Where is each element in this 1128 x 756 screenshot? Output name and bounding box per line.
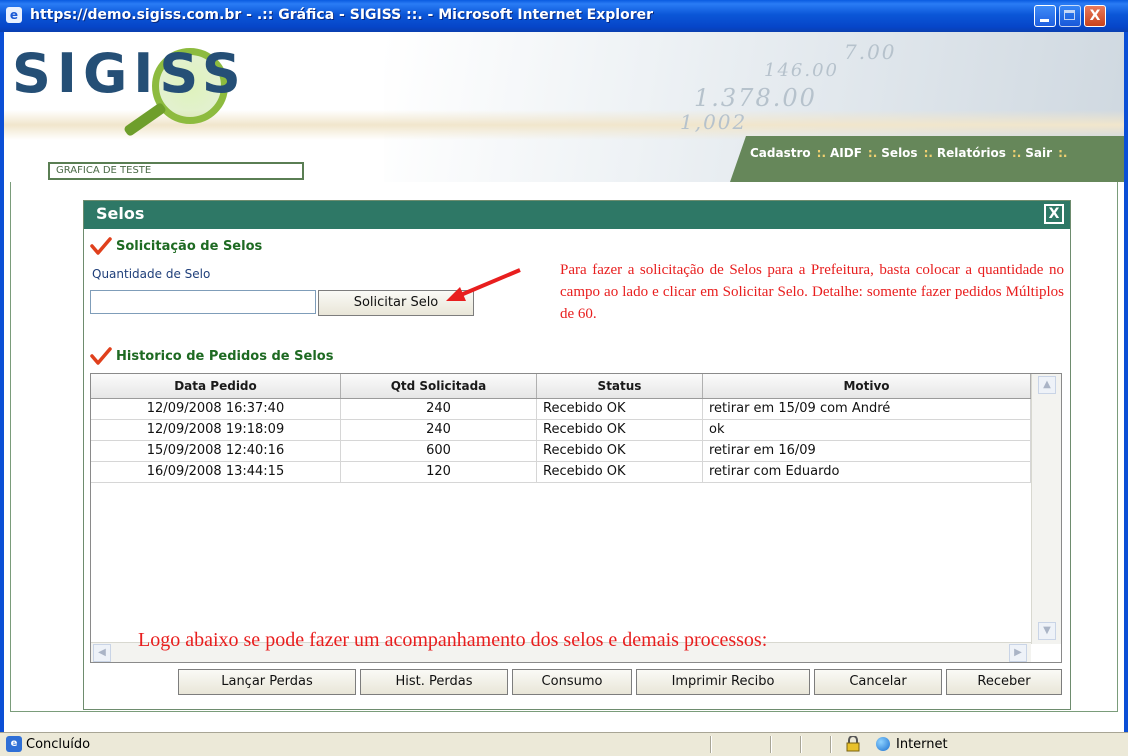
selos-dialog: Selos X Solicitação de Selos Quantidade … [83, 200, 1071, 710]
grid-header: Data Pedido Qtd Solicitada Status Motivo [91, 374, 1031, 399]
menu-separator: :. [816, 146, 826, 160]
window-titlebar[interactable]: e https://demo.sigiss.com.br - .:: Gráfi… [0, 0, 1128, 32]
statusbar-divider [710, 736, 711, 753]
menu-item-aidf[interactable]: AIDF [830, 146, 862, 160]
banner-number: 1,002 [680, 110, 748, 134]
maximize-button[interactable] [1059, 5, 1081, 27]
banner-number: 1.378.00 [694, 84, 817, 112]
quantity-input[interactable] [90, 290, 316, 314]
menu-item-selos[interactable]: Selos [881, 146, 917, 160]
menu-separator: :. [867, 146, 878, 160]
browser-statusbar: e Concluído Internet [0, 732, 1128, 756]
cell-motivo: retirar em 16/09 [703, 441, 1031, 461]
window-title: https://demo.sigiss.com.br - .:: Gráfica… [30, 7, 653, 23]
scroll-up-icon[interactable]: ▲ [1038, 376, 1056, 394]
dialog-title: Selos [96, 204, 145, 223]
checkmark-icon [90, 347, 112, 365]
menu-item-sair[interactable]: Sair [1025, 146, 1052, 160]
close-icon: X [1089, 8, 1101, 24]
cell-motivo: retirar com Eduardo [703, 462, 1031, 482]
banner-number: 146.00 [764, 60, 839, 81]
column-header-motivo[interactable]: Motivo [703, 374, 1031, 398]
history-section-title: Historico de Pedidos de Selos [116, 349, 334, 364]
cancelar-button[interactable]: Cancelar [814, 669, 942, 695]
menu-separator: :. [1011, 146, 1022, 160]
menu-separator: :. [1058, 146, 1068, 160]
cell-motivo: ok [703, 420, 1031, 440]
cell-status: Recebido OK [537, 399, 703, 419]
close-icon: X [1048, 206, 1060, 222]
minimize-button[interactable] [1034, 5, 1056, 27]
lock-icon [846, 736, 860, 752]
history-grid[interactable]: Data Pedido Qtd Solicitada Status Motivo… [90, 373, 1062, 663]
cell-data: 16/09/2008 13:44:15 [91, 462, 341, 482]
company-name-box: GRAFICA DE TESTE [48, 162, 304, 180]
cell-qtd: 120 [341, 462, 537, 482]
lancar-perdas-button[interactable]: Lançar Perdas [178, 669, 356, 695]
scroll-down-icon[interactable]: ▼ [1038, 622, 1056, 640]
cell-data: 12/09/2008 19:18:09 [91, 420, 341, 440]
column-header-qtd[interactable]: Qtd Solicitada [341, 374, 537, 398]
table-row[interactable]: 16/09/2008 13:44:15 120 Recebido OK reti… [91, 462, 1031, 483]
cell-qtd: 240 [341, 420, 537, 440]
table-row[interactable]: 12/09/2008 16:37:40 240 Recebido OK reti… [91, 399, 1031, 420]
cell-status: Recebido OK [537, 441, 703, 461]
window-frame-right [1124, 32, 1128, 732]
request-section-title: Solicitação de Selos [116, 239, 263, 254]
status-text: Concluído [26, 737, 91, 752]
cell-status: Recebido OK [537, 462, 703, 482]
scroll-left-icon[interactable]: ◀ [93, 644, 111, 662]
consumo-button[interactable]: Consumo [512, 669, 632, 695]
logo[interactable]: SIGISS [12, 42, 247, 105]
globe-icon [876, 737, 890, 751]
imprimir-recibo-button[interactable]: Imprimir Recibo [636, 669, 810, 695]
help-annotation: Para fazer a solicitação de Selos para a… [560, 262, 1064, 322]
checkmark-icon [90, 237, 112, 255]
column-header-data[interactable]: Data Pedido [91, 374, 341, 398]
dialog-close-button[interactable]: X [1044, 204, 1064, 224]
statusbar-divider [830, 736, 831, 753]
cell-qtd: 240 [341, 399, 537, 419]
menu-item-relatorios[interactable]: Relatórios [937, 146, 1006, 160]
ie-page-icon: e [6, 736, 22, 752]
cell-motivo: retirar em 15/09 com André [703, 399, 1031, 419]
main-menu: Cadastro:. AIDF:. Selos:. Relatórios:. Sair:… [750, 146, 1071, 160]
menu-separator: :. [923, 146, 933, 160]
ie-page-icon: e [6, 7, 22, 23]
table-row[interactable]: 12/09/2008 19:18:09 240 Recebido OK ok [91, 420, 1031, 441]
security-zone: Internet [896, 737, 948, 752]
cell-data: 15/09/2008 12:40:16 [91, 441, 341, 461]
scroll-right-icon[interactable]: ▶ [1009, 644, 1027, 662]
arrow-icon [446, 268, 521, 301]
dialog-header: Selos X [84, 201, 1070, 229]
statusbar-divider [800, 736, 801, 753]
quantity-label: Quantidade de Selo [92, 267, 211, 281]
cell-status: Recebido OK [537, 420, 703, 440]
cell-qtd: 600 [341, 441, 537, 461]
column-header-status[interactable]: Status [537, 374, 703, 398]
statusbar-divider [770, 736, 771, 753]
menu-item-cadastro[interactable]: Cadastro [750, 146, 811, 160]
cell-data: 12/09/2008 16:37:40 [91, 399, 341, 419]
receber-button[interactable]: Receber [946, 669, 1062, 695]
close-button[interactable]: X [1084, 5, 1106, 27]
vertical-scrollbar[interactable]: ▲ ▼ [1031, 374, 1061, 644]
site-header: 1.378.00 146.00 7.00 1,002 SIGISS Cadast… [4, 32, 1124, 182]
hist-perdas-button[interactable]: Hist. Perdas [360, 669, 508, 695]
table-row[interactable]: 15/09/2008 12:40:16 600 Recebido OK reti… [91, 441, 1031, 462]
banner-number: 7.00 [844, 40, 897, 64]
grid-note: Logo abaixo se pode fazer um acompanhame… [138, 629, 768, 651]
